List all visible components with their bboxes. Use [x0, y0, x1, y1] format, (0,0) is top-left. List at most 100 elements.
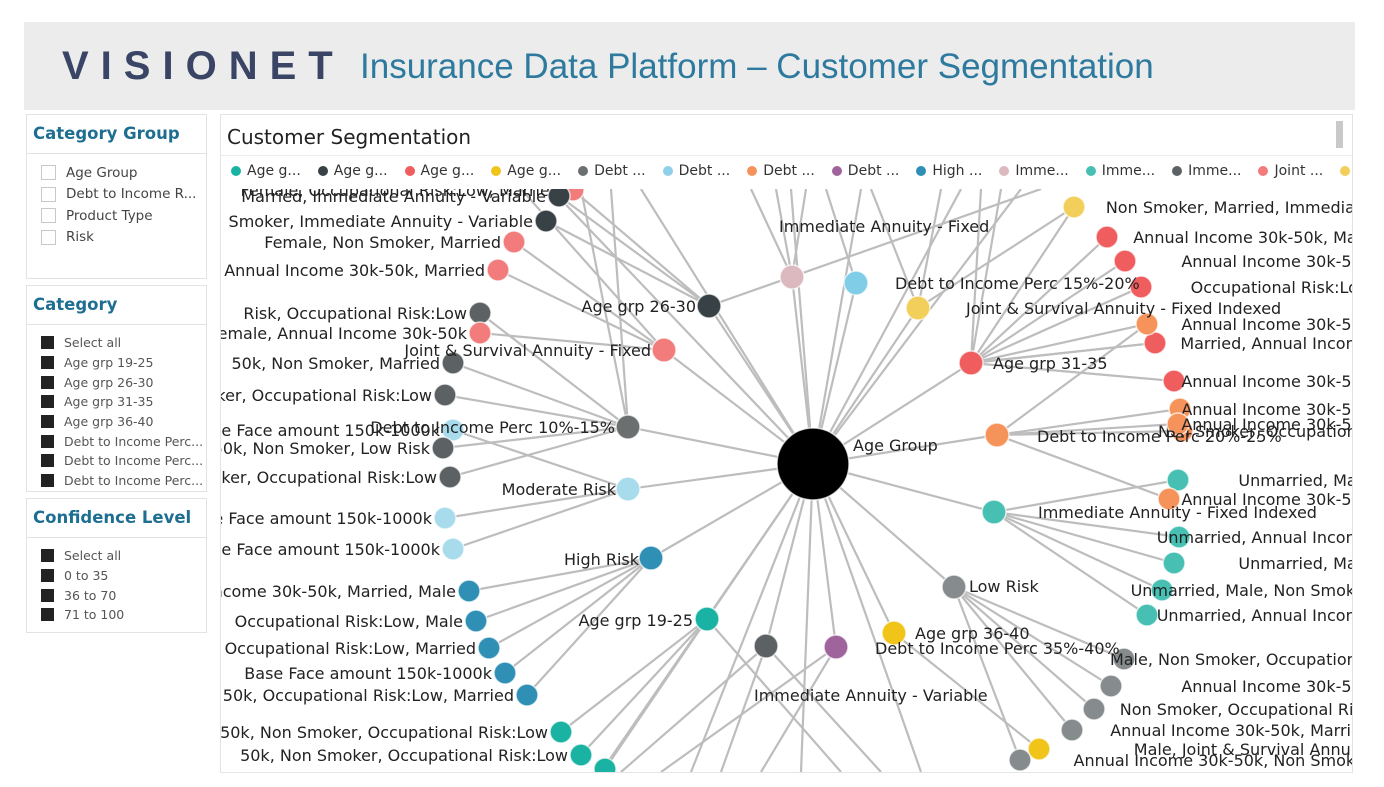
checked-box-icon[interactable] [41, 336, 54, 350]
hub-node[interactable] [694, 606, 720, 632]
checked-box-icon[interactable] [41, 434, 54, 448]
slicer-item[interactable]: Debt to Income Perc... [41, 471, 206, 491]
leaf-label: Smoker, Immediate Annuity - Variable [229, 212, 533, 231]
checked-box-icon[interactable] [41, 415, 54, 429]
legend-item[interactable]: Debt ... [747, 163, 815, 179]
slicer-item-risk[interactable]: Risk [41, 227, 206, 249]
legend-dot-icon [491, 166, 502, 176]
slicer-item-product-type[interactable]: Product Type [41, 205, 206, 227]
legend-label: High ... [932, 163, 983, 179]
checked-box-icon[interactable] [41, 474, 54, 488]
legend-item[interactable]: Debt ... [578, 163, 646, 179]
leaf-node[interactable] [1113, 249, 1137, 273]
slicer-item[interactable]: Debt to Income Perc... [41, 451, 206, 471]
leaf-node[interactable] [457, 579, 481, 603]
leaf-node[interactable] [1062, 195, 1086, 219]
slicer-item[interactable]: Age grp 19-25 [41, 353, 206, 373]
leaf-node[interactable] [1082, 697, 1106, 721]
hub-node[interactable] [651, 337, 677, 363]
leaf-node[interactable] [486, 258, 510, 282]
hub-node[interactable] [984, 422, 1010, 448]
leaf-node[interactable] [433, 383, 457, 407]
checked-box-icon[interactable] [41, 549, 54, 563]
legend-item[interactable]: Debt ... [831, 163, 899, 179]
leaf-node[interactable] [441, 537, 465, 561]
checkbox-icon[interactable] [41, 229, 56, 245]
legend-item[interactable]: Imme... [999, 163, 1069, 179]
legend-dot-icon [1340, 166, 1351, 176]
hub-node[interactable] [615, 476, 641, 502]
leaf-node[interactable] [1027, 737, 1051, 761]
hub-node[interactable] [696, 293, 722, 319]
legend-scrollbar[interactable] [1336, 121, 1343, 148]
slicer-item-debt-to-income[interactable]: Debt to Income R... [41, 184, 206, 206]
legend-item[interactable]: Imme... [1172, 163, 1241, 179]
slicer-item-label: 36 to 70 [64, 587, 117, 603]
leaf-node[interactable] [534, 209, 558, 233]
hub-node[interactable] [843, 270, 869, 296]
hub-node[interactable] [941, 574, 967, 600]
leaf-node[interactable] [569, 743, 593, 767]
hub-node[interactable] [779, 264, 805, 290]
leaf-node[interactable] [547, 189, 571, 208]
hub-node[interactable] [638, 545, 664, 571]
hub-node[interactable] [905, 295, 931, 321]
slicer-item[interactable]: 36 to 70 [41, 585, 206, 605]
slicer-item[interactable]: 71 to 100 [41, 605, 206, 625]
leaf-node[interactable] [468, 301, 492, 325]
slicer-item[interactable]: 0 to 35 [41, 566, 206, 586]
leaf-node[interactable] [464, 609, 488, 633]
hub-node[interactable] [615, 414, 641, 440]
checked-box-icon[interactable] [41, 356, 54, 370]
checked-box-icon[interactable] [41, 608, 54, 622]
slicer-item[interactable]: Age grp 26-30 [41, 372, 206, 392]
leaf-node[interactable] [431, 436, 455, 460]
legend-item[interactable]: Debt ... [662, 163, 730, 179]
center-node[interactable] [776, 427, 850, 501]
leaf-node[interactable] [1099, 674, 1123, 698]
leaf-node[interactable] [502, 230, 526, 254]
leaf-node[interactable] [1162, 551, 1186, 575]
slicer-item-select-all[interactable]: Select all [41, 333, 206, 353]
legend-item[interactable]: Age g... [317, 163, 388, 179]
leaf-node[interactable] [1008, 748, 1032, 772]
leaf-node[interactable] [477, 636, 501, 660]
legend-item[interactable]: Age g... [404, 163, 474, 179]
slicer-item-age-group[interactable]: Age Group [41, 162, 206, 184]
slicer-item[interactable]: Age grp 36-40 [41, 412, 206, 432]
leaf-node[interactable] [433, 506, 457, 530]
legend-item[interactable]: Age g... [231, 163, 301, 179]
legend-item[interactable]: Joint ... [1258, 163, 1323, 179]
leaf-node[interactable] [493, 661, 517, 685]
slicer-item[interactable]: Debt to Income Perc... [41, 431, 206, 451]
leaf-node[interactable] [593, 757, 617, 772]
leaf-node[interactable] [549, 720, 573, 744]
leaf-label: Base Face amount 150k-1000k [244, 664, 492, 683]
hub-node[interactable] [823, 634, 849, 660]
leaf-node[interactable] [438, 465, 462, 489]
leaf-node[interactable] [1095, 225, 1119, 249]
slicer-item-select-all[interactable]: Select all [41, 546, 206, 566]
leaf-node[interactable] [1135, 603, 1159, 627]
hub-node[interactable] [958, 350, 984, 376]
legend-item[interactable]: Joint ... [1340, 163, 1352, 179]
slicer-item[interactable]: Age grp 31-35 [41, 392, 206, 412]
checked-box-icon[interactable] [41, 395, 54, 409]
legend-item[interactable]: High ... [916, 163, 982, 179]
checkbox-icon[interactable] [41, 165, 56, 181]
checked-box-icon[interactable] [41, 454, 54, 468]
checked-box-icon[interactable] [41, 375, 54, 389]
hub-node[interactable] [981, 499, 1007, 525]
leaf-node[interactable] [1060, 718, 1084, 742]
leaf-label: Occupational Risk:Low, Male [235, 612, 463, 631]
checked-box-icon[interactable] [41, 588, 54, 602]
legend-item[interactable]: Imme... [1085, 163, 1155, 179]
hub-node[interactable] [753, 633, 779, 659]
checkbox-icon[interactable] [41, 208, 56, 224]
leaf-node[interactable] [515, 683, 539, 707]
legend-item[interactable]: Age g... [491, 163, 561, 179]
checkbox-icon[interactable] [41, 186, 56, 202]
slicer-item-label: Age Group [66, 164, 138, 181]
slicer-item-label: Debt to Income R... [66, 186, 197, 203]
checked-box-icon[interactable] [41, 569, 54, 583]
